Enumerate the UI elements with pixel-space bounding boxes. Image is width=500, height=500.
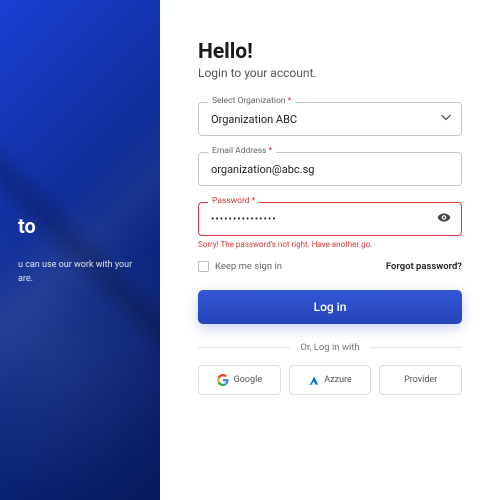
divider-text: Or, Log in with — [300, 342, 359, 353]
divider: Or, Log in with — [198, 342, 462, 353]
organization-field: Select Organization * Organization ABC — [198, 102, 462, 136]
password-error: Sorry! The password's not right. Have an… — [198, 240, 462, 249]
eye-icon[interactable] — [437, 211, 451, 228]
login-button[interactable]: Log in — [198, 290, 462, 324]
keep-checkbox[interactable] — [198, 261, 209, 272]
organization-label: Select Organization * — [208, 96, 295, 106]
email-field-wrap: Email Address * organization@abc.sg — [198, 152, 462, 186]
password-field[interactable]: ••••••••••••••• — [198, 202, 462, 236]
google-button[interactable]: Google — [198, 365, 281, 395]
google-label: Google — [234, 375, 262, 385]
organization-select[interactable]: Organization ABC — [198, 102, 462, 136]
google-icon — [217, 374, 229, 386]
hero-body: u can use our work with your are. — [18, 259, 142, 286]
email-field[interactable]: organization@abc.sg — [198, 152, 462, 186]
azure-icon — [308, 375, 319, 386]
password-field-wrap: Password * ••••••••••••••• Sorry! The pa… — [198, 202, 462, 249]
password-value: ••••••••••••••• — [211, 214, 277, 225]
azure-button[interactable]: Azzure — [289, 365, 372, 395]
hero-panel: to u can use our work with your are. — [0, 0, 160, 500]
provider-label: Provider — [404, 375, 437, 385]
keep-label: Keep me sign in — [215, 261, 282, 272]
keep-signed-in[interactable]: Keep me sign in — [198, 261, 282, 272]
provider-button[interactable]: Provider — [379, 365, 462, 395]
greeting: Hello! — [198, 40, 462, 64]
password-label: Password * — [208, 196, 259, 206]
subtitle: Login to your account. — [198, 66, 462, 80]
email-label: Email Address * — [208, 146, 276, 156]
hero-title: to — [18, 214, 142, 239]
chevron-down-icon — [441, 113, 451, 126]
forgot-password-link[interactable]: Forgot password? — [386, 261, 462, 272]
login-panel: Hello! Login to your account. Select Org… — [160, 0, 500, 500]
organization-value: Organization ABC — [211, 113, 297, 126]
email-value: organization@abc.sg — [211, 163, 314, 176]
azure-label: Azzure — [324, 375, 352, 385]
